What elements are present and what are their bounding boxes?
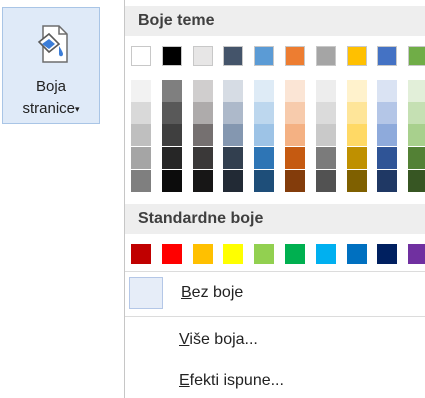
theme-color-swatch[interactable] bbox=[285, 124, 305, 146]
theme-color-swatch[interactable] bbox=[254, 170, 275, 192]
theme-color-swatch[interactable] bbox=[408, 147, 425, 169]
no-color-item[interactable]: Bez boje bbox=[127, 276, 421, 312]
standard-color-swatch[interactable] bbox=[285, 244, 305, 264]
fill-effects-text: fekti ispune... bbox=[189, 372, 284, 389]
theme-color-swatch[interactable] bbox=[285, 102, 305, 124]
theme-color-swatch[interactable] bbox=[285, 170, 305, 192]
theme-color-swatch[interactable] bbox=[346, 80, 367, 102]
theme-color-swatch[interactable] bbox=[346, 170, 367, 192]
page-color-label-line2: stranice▾ bbox=[3, 100, 99, 118]
theme-color-swatch[interactable] bbox=[192, 124, 213, 146]
theme-color-swatch[interactable] bbox=[223, 46, 244, 66]
theme-color-swatch[interactable] bbox=[131, 170, 151, 192]
page-color-label-text: stranice bbox=[22, 100, 75, 117]
theme-color-swatch[interactable] bbox=[377, 170, 398, 192]
theme-color-swatch[interactable] bbox=[408, 80, 425, 102]
standard-color-swatch[interactable] bbox=[346, 244, 367, 264]
theme-color-swatch[interactable] bbox=[377, 80, 398, 102]
theme-color-swatch[interactable] bbox=[161, 80, 182, 102]
standard-color-swatch[interactable] bbox=[315, 244, 336, 264]
more-colors-item[interactable]: Više boja... bbox=[179, 331, 258, 349]
page-color-label-line1: Boja bbox=[35, 78, 67, 95]
fill-effects-accelerator: E bbox=[179, 372, 190, 389]
paint-bucket-icon bbox=[37, 25, 68, 63]
theme-color-swatch[interactable] bbox=[254, 80, 275, 102]
no-color-swatch bbox=[129, 277, 163, 309]
dropdown-caret-icon: ▾ bbox=[75, 104, 80, 115]
theme-color-swatch[interactable] bbox=[192, 147, 213, 169]
theme-color-swatch[interactable] bbox=[192, 46, 213, 66]
theme-color-swatch[interactable] bbox=[408, 170, 425, 192]
theme-color-swatch[interactable] bbox=[161, 147, 182, 169]
theme-color-swatch[interactable] bbox=[315, 170, 336, 192]
theme-color-swatch[interactable] bbox=[161, 102, 182, 124]
standard-color-swatch[interactable] bbox=[223, 244, 244, 264]
theme-color-swatch[interactable] bbox=[161, 124, 182, 146]
no-color-text: ez boje bbox=[191, 284, 244, 301]
theme-color-swatch[interactable] bbox=[223, 170, 244, 192]
theme-color-swatch[interactable] bbox=[377, 124, 398, 146]
theme-color-swatch[interactable] bbox=[315, 102, 336, 124]
theme-color-swatch[interactable] bbox=[408, 46, 425, 66]
theme-color-swatch[interactable] bbox=[223, 80, 244, 102]
theme-color-swatch[interactable] bbox=[408, 124, 425, 146]
theme-color-swatch[interactable] bbox=[192, 170, 213, 192]
theme-color-swatch[interactable] bbox=[254, 102, 275, 124]
theme-color-swatch[interactable] bbox=[161, 170, 182, 192]
no-color-accelerator: B bbox=[181, 284, 192, 301]
theme-color-swatch[interactable] bbox=[223, 147, 244, 169]
theme-color-swatch[interactable] bbox=[131, 124, 151, 146]
theme-color-swatch[interactable] bbox=[377, 46, 398, 66]
theme-color-swatch[interactable] bbox=[223, 124, 244, 146]
theme-color-swatch[interactable] bbox=[254, 147, 275, 169]
standard-color-swatch[interactable] bbox=[408, 244, 425, 264]
standard-color-swatch[interactable] bbox=[377, 244, 398, 264]
fill-effects-item[interactable]: Efekti ispune... bbox=[179, 372, 284, 390]
theme-color-swatch[interactable] bbox=[315, 46, 336, 66]
theme-color-swatch[interactable] bbox=[377, 102, 398, 124]
theme-color-swatch[interactable] bbox=[285, 46, 305, 66]
theme-color-swatch[interactable] bbox=[192, 80, 213, 102]
theme-color-swatch[interactable] bbox=[285, 147, 305, 169]
theme-color-swatch[interactable] bbox=[408, 102, 425, 124]
theme-color-swatch[interactable] bbox=[346, 102, 367, 124]
page-color-dropdown: Boje teme Standardne boje Bez boje Više … bbox=[124, 0, 425, 398]
theme-color-swatch[interactable] bbox=[131, 102, 151, 124]
standard-color-swatch[interactable] bbox=[131, 244, 151, 264]
theme-color-swatch[interactable] bbox=[131, 80, 151, 102]
theme-colors-header: Boje teme bbox=[125, 6, 425, 36]
theme-color-swatch[interactable] bbox=[223, 102, 244, 124]
theme-color-swatch[interactable] bbox=[346, 46, 367, 66]
standard-colors-header: Standardne boje bbox=[125, 204, 425, 234]
theme-color-swatch[interactable] bbox=[254, 46, 275, 66]
theme-color-swatch[interactable] bbox=[285, 80, 305, 102]
standard-color-swatch[interactable] bbox=[192, 244, 213, 264]
standard-color-swatch[interactable] bbox=[254, 244, 275, 264]
theme-color-swatch[interactable] bbox=[131, 147, 151, 169]
theme-color-swatch[interactable] bbox=[192, 102, 213, 124]
theme-color-swatch[interactable] bbox=[315, 80, 336, 102]
more-colors-accelerator: V bbox=[179, 331, 190, 348]
no-color-label: Bez boje bbox=[181, 284, 243, 302]
theme-color-swatch[interactable] bbox=[315, 147, 336, 169]
standard-color-swatch[interactable] bbox=[161, 244, 182, 264]
theme-color-swatch[interactable] bbox=[131, 46, 151, 66]
more-colors-text: iše boja... bbox=[189, 331, 258, 348]
theme-color-swatch[interactable] bbox=[377, 147, 398, 169]
page-color-button[interactable]: Boja stranice▾ bbox=[2, 7, 100, 124]
theme-color-swatch[interactable] bbox=[161, 46, 182, 66]
theme-color-swatch[interactable] bbox=[254, 124, 275, 146]
menu-divider bbox=[125, 271, 425, 272]
theme-color-swatch[interactable] bbox=[346, 147, 367, 169]
menu-divider bbox=[125, 316, 425, 317]
theme-color-swatch[interactable] bbox=[346, 124, 367, 146]
theme-color-swatch[interactable] bbox=[315, 124, 336, 146]
